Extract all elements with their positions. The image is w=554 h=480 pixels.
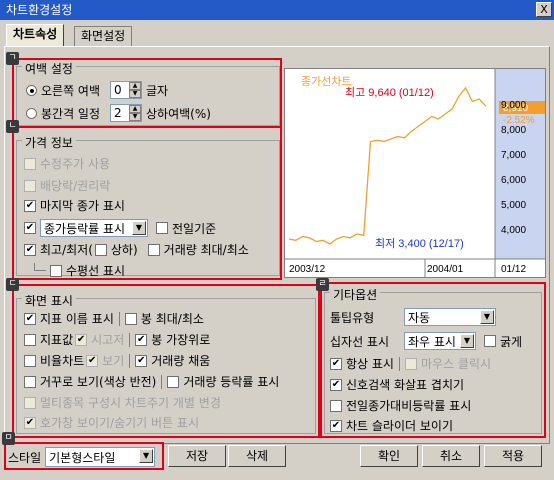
y-tick-5: 4,000 — [501, 225, 526, 236]
close-button[interactable]: X — [536, 2, 552, 17]
x-tick-1: 2004/01 — [427, 264, 464, 275]
max-label: 최고 9,640 (01/12) — [345, 86, 434, 99]
marker-b: ㄴ — [6, 120, 19, 133]
chart-preview: 종가선차트 최고 9,640 (01/12) 최저 3,400 (12/17) … — [284, 68, 546, 278]
marker-a: ㄱ — [6, 52, 19, 65]
y-tick-3: 6,000 — [501, 175, 526, 186]
y-tick-1: 8,000 — [501, 125, 526, 136]
y-tick-0: 9,000 — [501, 100, 526, 111]
y-tick-2: 7,000 — [501, 150, 526, 161]
ok-button[interactable]: 확인 — [360, 445, 418, 467]
highlight-box-b — [12, 126, 282, 280]
style-select[interactable]: 기본형스타일 ▼ — [45, 447, 156, 467]
apply-button[interactable]: 적용 — [484, 445, 542, 467]
chevron-down-icon[interactable]: ▼ — [139, 449, 154, 463]
highlight-box-d — [320, 282, 546, 438]
save-button[interactable]: 저장 — [168, 445, 226, 467]
line-chart: 종가선차트 최고 9,640 (01/12) 최저 3,400 (12/17) … — [285, 69, 545, 277]
y-tick-4: 5,000 — [501, 200, 526, 211]
cancel-button[interactable]: 취소 — [422, 445, 480, 467]
style-value: 기본형스타일 — [49, 450, 116, 465]
title-bar: 차트환경설정 X — [0, 0, 554, 20]
marker-c: ㄷ — [6, 278, 19, 291]
tab-screen-settings[interactable]: 화면설정 — [74, 26, 133, 46]
highlight-box-a — [12, 58, 282, 128]
min-label: 최저 3,400 (12/17) — [375, 237, 464, 250]
marker-d: ㄹ — [316, 278, 329, 291]
highlight-box-c — [12, 284, 320, 438]
x-tick-2: 01/12 — [501, 264, 526, 275]
close-price-line — [288, 86, 487, 245]
delete-button[interactable]: 삭제 — [228, 445, 286, 467]
x-tick-0: 2003/12 — [289, 264, 326, 275]
tab-chart-properties[interactable]: 차트속성 — [6, 24, 65, 47]
marker-e: ㅁ — [2, 432, 15, 445]
style-label: 스타일 — [8, 450, 42, 465]
window-title: 차트환경설정 — [6, 3, 73, 17]
